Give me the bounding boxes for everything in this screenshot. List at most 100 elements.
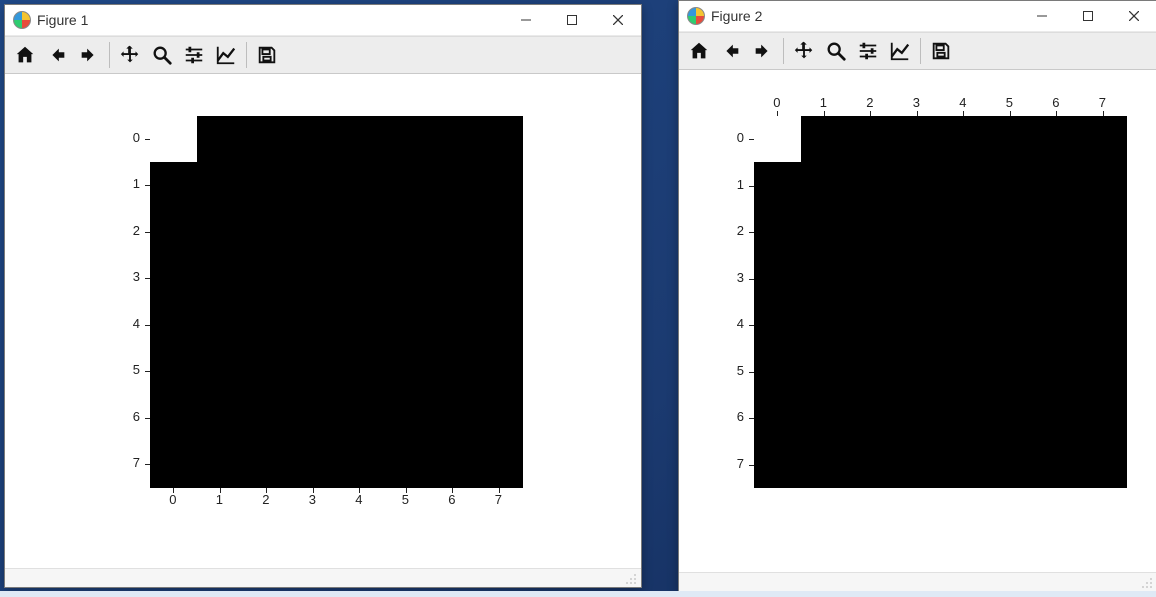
heatmap-cell — [197, 209, 244, 256]
y-tick-mark — [145, 185, 150, 186]
minimize-button[interactable] — [1019, 1, 1065, 31]
heatmap-cell — [290, 116, 337, 163]
zoom-button[interactable] — [147, 40, 177, 70]
back-button[interactable] — [42, 40, 72, 70]
forward-button[interactable] — [74, 40, 104, 70]
heatmap-cell — [383, 116, 430, 163]
heatmap-cell — [754, 209, 801, 256]
heatmap-cell — [801, 302, 848, 349]
subplots-button[interactable] — [853, 36, 883, 66]
save-icon — [256, 44, 278, 66]
y-tick-mark — [749, 418, 754, 419]
heatmap-cell — [476, 162, 523, 209]
heatmap-cell — [336, 209, 383, 256]
minimize-button[interactable] — [503, 5, 549, 35]
close-icon — [1129, 11, 1139, 21]
heatmap-cell — [940, 255, 987, 302]
heatmap-cell — [476, 441, 523, 488]
heatmap-cell — [243, 348, 290, 395]
save-button[interactable] — [926, 36, 956, 66]
titlebar[interactable]: Figure 1 — [5, 5, 641, 36]
heatmap-cell — [1033, 395, 1080, 442]
x-tick-mark — [1103, 111, 1104, 116]
heatmap-cell — [429, 395, 476, 442]
heatmap-cell — [847, 441, 894, 488]
maximize-button[interactable] — [1065, 1, 1111, 31]
heatmap-cell — [243, 162, 290, 209]
heatmap-cell — [847, 348, 894, 395]
toolbar — [5, 36, 641, 74]
resize-grip-icon[interactable] — [1139, 575, 1153, 589]
heatmap-cell — [847, 209, 894, 256]
y-tick-label: 6 — [737, 409, 744, 424]
heatmap-cell — [1080, 395, 1127, 442]
y-tick-label: 5 — [737, 363, 744, 378]
plot-canvas[interactable]: 0123456701234567 — [5, 74, 641, 568]
y-tick-label: 0 — [737, 130, 744, 145]
heatmap-cell — [150, 348, 197, 395]
heatmap-cell — [987, 255, 1034, 302]
heatmap-cell — [383, 255, 430, 302]
titlebar[interactable]: Figure 2 — [679, 1, 1156, 32]
heatmap-cell — [1033, 348, 1080, 395]
edit-button[interactable] — [885, 36, 915, 66]
y-tick-mark — [145, 139, 150, 140]
pan-button[interactable] — [115, 40, 145, 70]
heatmap-cell — [290, 255, 337, 302]
resize-grip-icon[interactable] — [623, 571, 637, 585]
heatmap-cell — [1080, 209, 1127, 256]
heatmap-cell — [801, 395, 848, 442]
toolbar — [679, 32, 1156, 70]
edit-button[interactable] — [211, 40, 241, 70]
heatmap-cell — [1080, 302, 1127, 349]
back-button[interactable] — [716, 36, 746, 66]
heatmap-cell — [290, 441, 337, 488]
y-tick-mark — [145, 418, 150, 419]
heatmap-cell — [1080, 162, 1127, 209]
chart-line-icon — [215, 44, 237, 66]
x-tick-mark — [266, 488, 267, 493]
x-tick-label: 0 — [169, 492, 176, 507]
heatmap-cell — [197, 348, 244, 395]
forward-button[interactable] — [748, 36, 778, 66]
heatmap-cell — [987, 441, 1034, 488]
plot-canvas[interactable]: 0123456701234567 — [679, 70, 1156, 572]
heatmap-cell — [336, 302, 383, 349]
pan-button[interactable] — [789, 36, 819, 66]
zoom-button[interactable] — [821, 36, 851, 66]
heatmap-cell — [243, 302, 290, 349]
x-tick-mark — [313, 488, 314, 493]
taskbar — [0, 591, 1156, 597]
home-button[interactable] — [684, 36, 714, 66]
subplots-button[interactable] — [179, 40, 209, 70]
heatmap-cell — [1080, 116, 1127, 163]
y-tick-label: 7 — [737, 456, 744, 471]
heatmap-cell — [847, 255, 894, 302]
x-tick-label: 3 — [309, 492, 316, 507]
y-tick-mark — [145, 325, 150, 326]
x-tick-label: 3 — [913, 95, 920, 110]
heatmap-cell — [383, 209, 430, 256]
save-icon — [930, 40, 952, 62]
heatmap-cell — [429, 116, 476, 163]
toolbar-separator — [109, 42, 110, 68]
maximize-button[interactable] — [549, 5, 595, 35]
x-tick-label: 7 — [495, 492, 502, 507]
x-tick-mark — [777, 111, 778, 116]
heatmap-cell — [476, 255, 523, 302]
close-button[interactable] — [595, 5, 641, 35]
x-tick-label: 7 — [1099, 95, 1106, 110]
y-tick-mark — [145, 371, 150, 372]
heatmap-cell — [290, 162, 337, 209]
x-tick-label: 0 — [773, 95, 780, 110]
home-button[interactable] — [10, 40, 40, 70]
arrow-left-icon — [46, 44, 68, 66]
save-button[interactable] — [252, 40, 282, 70]
x-tick-mark — [499, 488, 500, 493]
x-tick-mark — [1010, 111, 1011, 116]
x-tick-label: 2 — [262, 492, 269, 507]
y-tick-mark — [145, 278, 150, 279]
heatmap-cell — [754, 441, 801, 488]
maximize-icon — [1083, 11, 1093, 21]
close-button[interactable] — [1111, 1, 1156, 31]
